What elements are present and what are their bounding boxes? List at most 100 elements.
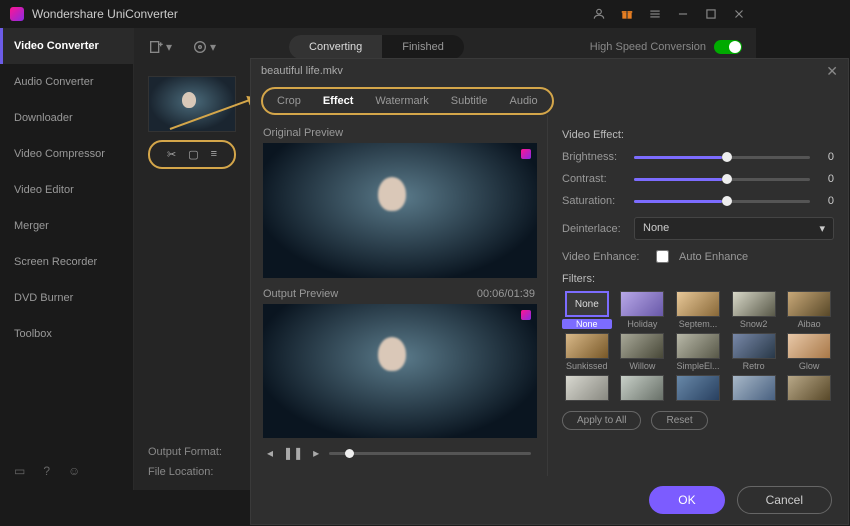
gift-icon[interactable] (620, 7, 634, 21)
contrast-label: Contrast: (562, 173, 624, 185)
menu-icon[interactable] (648, 7, 662, 21)
output-preview-label: Output Preview (263, 288, 338, 300)
effect-dialog: beautiful life.mkv ✕ Crop Effect Waterma… (250, 58, 849, 525)
dialog-filename: beautiful life.mkv (261, 65, 343, 77)
deinterlace-select[interactable]: None▾ (634, 217, 834, 240)
tab-audio[interactable]: Audio (509, 95, 537, 107)
contrast-value: 0 (820, 173, 834, 185)
tab-finished[interactable]: Finished (382, 35, 464, 59)
hsc-label: High Speed Conversion (590, 41, 706, 53)
titlebar: Wondershare UniConverter (0, 0, 756, 28)
maximize-icon[interactable] (704, 7, 718, 21)
sidebar-footer: ▭ ? ☺ (0, 452, 133, 490)
sidebar-item-screen-recorder[interactable]: Screen Recorder (0, 244, 133, 280)
sidebar-item-toolbox[interactable]: Toolbox (0, 316, 133, 352)
tab-subtitle[interactable]: Subtitle (451, 95, 488, 107)
saturation-slider[interactable] (634, 200, 810, 203)
file-location-label: File Location: (148, 466, 238, 478)
auto-enhance-checkbox[interactable] (656, 250, 669, 263)
output-preview (263, 304, 537, 439)
filter-14[interactable] (784, 375, 834, 403)
dialog-close-icon[interactable]: ✕ (826, 63, 838, 80)
filter-12[interactable] (673, 375, 723, 403)
tab-watermark[interactable]: Watermark (375, 95, 428, 107)
brightness-value: 0 (820, 151, 834, 163)
effect-icon[interactable]: ≡ (211, 148, 217, 161)
sidebar: Video Converter Audio Converter Download… (0, 28, 134, 490)
effects-panel: Video Effect: Brightness: 0 Contrast: 0 Sa… (547, 115, 848, 476)
sidebar-item-dvd-burner[interactable]: DVD Burner (0, 280, 133, 316)
contrast-slider[interactable] (634, 178, 810, 181)
crop-icon[interactable]: ▢ (188, 148, 198, 161)
filter-13[interactable] (729, 375, 779, 403)
original-preview-label: Original Preview (263, 127, 343, 139)
app-logo-icon (10, 7, 24, 21)
brightness-label: Brightness: (562, 151, 624, 163)
status-tabs: Converting Finished (289, 35, 464, 59)
dialog-tabs: Crop Effect Watermark Subtitle Audio (261, 87, 554, 115)
chevron-down-icon: ▾ (819, 222, 825, 235)
filter-retro[interactable]: Retro (729, 333, 779, 371)
dialog-header: beautiful life.mkv ✕ (251, 59, 848, 83)
hsc-toggle[interactable] (714, 40, 742, 54)
help-icon[interactable]: ? (43, 464, 50, 478)
account-icon[interactable] (592, 7, 606, 21)
pause-icon[interactable]: ❚❚ (283, 446, 303, 460)
output-format-label: Output Format: (148, 446, 238, 458)
watermark-icon (521, 149, 531, 159)
watermark-icon (521, 310, 531, 320)
saturation-value: 0 (820, 195, 834, 207)
timecode: 00:06/01:39 (477, 288, 535, 300)
ok-button[interactable]: OK (649, 486, 724, 514)
app-title: Wondershare UniConverter (32, 7, 584, 21)
filter-glow[interactable]: Glow (784, 333, 834, 371)
tab-effect[interactable]: Effect (323, 95, 354, 107)
video-thumbnail[interactable] (148, 76, 236, 132)
sidebar-item-video-compressor[interactable]: Video Compressor (0, 136, 133, 172)
enhance-label: Video Enhance: (562, 251, 646, 263)
next-frame-icon[interactable]: ▸ (313, 446, 319, 460)
apply-to-all-button[interactable]: Apply to All (562, 411, 641, 430)
auto-enhance-label: Auto Enhance (679, 251, 748, 263)
user-icon[interactable]: ☺ (68, 464, 80, 478)
filter-sunkissed[interactable]: Sunkissed (562, 333, 612, 371)
filter-10[interactable] (562, 375, 612, 403)
tab-crop[interactable]: Crop (277, 95, 301, 107)
close-icon[interactable] (732, 7, 746, 21)
filter-willow[interactable]: Willow (618, 333, 668, 371)
video-effect-header: Video Effect: (562, 129, 834, 141)
sidebar-item-downloader[interactable]: Downloader (0, 100, 133, 136)
dialog-footer: OK Cancel (251, 476, 848, 524)
tab-converting[interactable]: Converting (289, 35, 382, 59)
trim-icon[interactable]: ✂ (167, 148, 176, 161)
add-disc-icon[interactable]: ▾ (192, 39, 216, 55)
cancel-button[interactable]: Cancel (737, 486, 832, 514)
high-speed-conversion: High Speed Conversion (590, 40, 742, 54)
sidebar-item-video-converter[interactable]: Video Converter (0, 28, 133, 64)
transport-controls: ◂ ❚❚ ▸ (263, 438, 535, 468)
deinterlace-label: Deinterlace: (562, 223, 624, 235)
filter-11[interactable] (618, 375, 668, 403)
add-file-icon[interactable]: ▾ (148, 39, 172, 55)
filters-grid: NoneNone Holiday Septem... Snow2 Aibao S… (562, 291, 834, 403)
book-icon[interactable]: ▭ (14, 464, 25, 478)
filter-none[interactable]: NoneNone (562, 291, 612, 329)
filters-header: Filters: (562, 273, 834, 285)
progress-slider[interactable] (329, 452, 531, 455)
filter-snow2[interactable]: Snow2 (729, 291, 779, 329)
minimize-icon[interactable] (676, 7, 690, 21)
filter-simpleel[interactable]: SimpleEl... (673, 333, 723, 371)
filter-aibao[interactable]: Aibao (784, 291, 834, 329)
thumb-tools: ✂ ▢ ≡ (148, 140, 236, 169)
sidebar-item-audio-converter[interactable]: Audio Converter (0, 64, 133, 100)
brightness-slider[interactable] (634, 156, 810, 159)
preview-column: Original Preview Output Preview 00:06/01:… (251, 115, 547, 476)
sidebar-item-video-editor[interactable]: Video Editor (0, 172, 133, 208)
titlebar-controls (592, 7, 746, 21)
sidebar-item-merger[interactable]: Merger (0, 208, 133, 244)
filter-september[interactable]: Septem... (673, 291, 723, 329)
saturation-label: Saturation: (562, 195, 624, 207)
reset-button[interactable]: Reset (651, 411, 707, 430)
filter-holiday[interactable]: Holiday (618, 291, 668, 329)
prev-frame-icon[interactable]: ◂ (267, 446, 273, 460)
